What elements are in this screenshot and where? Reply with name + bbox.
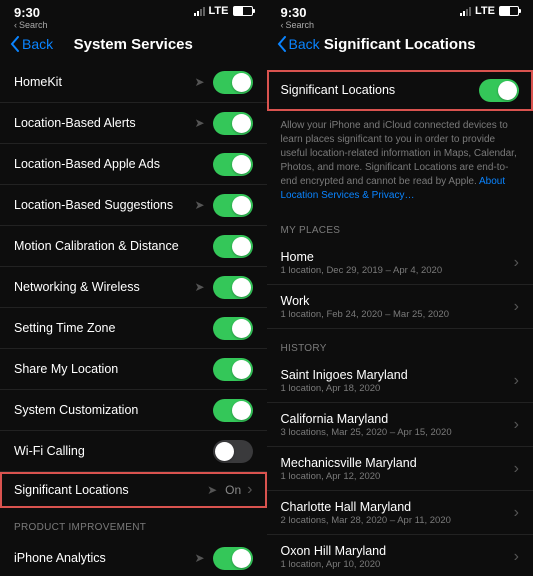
battery-icon [233, 6, 253, 16]
location-arrow-icon: ➤ [194, 116, 204, 130]
network-label: LTE [475, 5, 495, 17]
network-label: LTE [209, 5, 229, 17]
history-item[interactable]: Charlotte Hall Maryland2 locations, Mar … [267, 491, 533, 535]
location-arrow-icon: ➤ [194, 198, 204, 212]
chevron-right-icon: › [514, 372, 519, 390]
chevron-right-icon: › [514, 254, 519, 272]
location-arrow-icon: ➤ [194, 551, 204, 565]
row-customization[interactable]: System Customization [0, 390, 267, 431]
status-search-breadcrumb[interactable]: ‹ Search [14, 20, 48, 30]
location-arrow-icon: ➤ [194, 280, 204, 294]
location-arrow-icon: ➤ [207, 483, 217, 497]
signal-icon [460, 7, 471, 16]
row-analytics[interactable]: iPhone Analytics➤ [0, 538, 267, 576]
place-work[interactable]: Work1 location, Feb 24, 2020 – Mar 25, 2… [267, 285, 533, 329]
nav-bar: Back System Services [0, 30, 267, 62]
toggle[interactable] [213, 399, 253, 422]
row-sigloc-toggle[interactable]: Significant Locations [267, 70, 533, 111]
row-significant-locations[interactable]: Significant Locations➤On› [0, 472, 267, 508]
history-item[interactable]: Oxon Hill Maryland1 location, Apr 10, 20… [267, 535, 533, 576]
section-header-improvement: PRODUCT IMPROVEMENT [0, 508, 267, 538]
chevron-right-icon: › [514, 460, 519, 478]
status-search-breadcrumb[interactable]: ‹ Search [281, 20, 315, 30]
toggle[interactable] [213, 317, 253, 340]
status-bar: 9:30 ‹ Search LTE [267, 0, 533, 30]
page-title: System Services [0, 36, 267, 53]
row-timezone[interactable]: Setting Time Zone [0, 308, 267, 349]
history-item[interactable]: California Maryland3 locations, Mar 25, … [267, 403, 533, 447]
chevron-right-icon: › [514, 298, 519, 316]
signal-icon [194, 7, 205, 16]
status-time: 9:30 [281, 5, 315, 20]
place-home[interactable]: Home1 location, Dec 29, 2019 – Apr 4, 20… [267, 241, 533, 285]
status-time: 9:30 [14, 5, 48, 20]
row-networking[interactable]: Networking & Wireless➤ [0, 267, 267, 308]
toggle[interactable] [213, 71, 253, 94]
row-share-location[interactable]: Share My Location [0, 349, 267, 390]
toggle[interactable] [213, 440, 253, 463]
chevron-right-icon: › [514, 416, 519, 434]
toggle[interactable] [213, 276, 253, 299]
row-homekit[interactable]: HomeKit➤ [0, 62, 267, 103]
chevron-right-icon: › [514, 548, 519, 566]
location-arrow-icon: ➤ [194, 75, 204, 89]
page-title: Significant Locations [267, 36, 533, 53]
row-wifi-calling[interactable]: Wi-Fi Calling [0, 431, 267, 472]
nav-bar: Back Significant Locations [267, 30, 533, 62]
chevron-right-icon: › [247, 481, 252, 499]
history-item[interactable]: Saint Inigoes Maryland1 location, Apr 18… [267, 359, 533, 403]
history-item[interactable]: Mechanicsville Maryland1 location, Apr 1… [267, 447, 533, 491]
section-header-history: HISTORY [267, 329, 533, 359]
toggle[interactable] [213, 235, 253, 258]
toggle[interactable] [479, 79, 519, 102]
status-bar: 9:30 ‹ Search LTE [0, 0, 267, 30]
battery-icon [499, 6, 519, 16]
row-motion[interactable]: Motion Calibration & Distance [0, 226, 267, 267]
section-header-places: MY PLACES [267, 211, 533, 241]
toggle[interactable] [213, 358, 253, 381]
toggle[interactable] [213, 153, 253, 176]
row-suggestions[interactable]: Location-Based Suggestions➤ [0, 185, 267, 226]
row-location-alerts[interactable]: Location-Based Alerts➤ [0, 103, 267, 144]
row-apple-ads[interactable]: Location-Based Apple Ads [0, 144, 267, 185]
chevron-right-icon: › [514, 504, 519, 522]
toggle[interactable] [213, 112, 253, 135]
toggle[interactable] [213, 547, 253, 570]
sigloc-description: Allow your iPhone and iCloud connected d… [267, 111, 533, 211]
toggle[interactable] [213, 194, 253, 217]
